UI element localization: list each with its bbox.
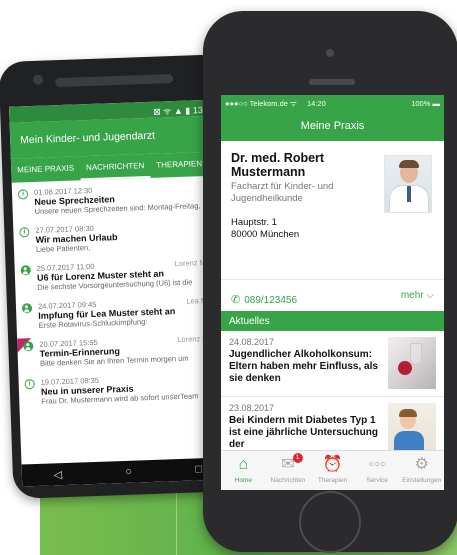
doctor-city: 80000 München <box>231 229 300 240</box>
tab-nachrichten[interactable]: NACHRICHTEN <box>79 153 151 181</box>
doctor-card: Dr. med. Robert Mustermann Facharzt für … <box>221 141 444 279</box>
news-title: Bei Kindern mit Diabetes Typ 1 ist eine … <box>229 415 378 450</box>
android-screen: ⊠ ᯤ ▲ ▮ 13:26 Mein Kinder- und Jugendarz… <box>9 99 235 487</box>
unread-badge: 1 <box>292 453 303 463</box>
phone-row[interactable]: ✆ 089/123456 mehr ⌵ <box>221 279 444 311</box>
red-wine-shape <box>398 361 412 375</box>
tab-service[interactable]: ◦◦◦ Service <box>355 451 400 490</box>
status-time: 14:20 <box>307 99 326 108</box>
tab-home[interactable]: ⌂ Home <box>221 451 266 490</box>
chevron-down-icon: ⌵ <box>426 290 434 301</box>
more-button[interactable]: mehr ⌵ <box>401 290 434 301</box>
doctor-address: Hauptstr. 1 80000 München <box>231 217 434 241</box>
doctor-name: Dr. med. Robert Mustermann <box>231 151 325 179</box>
tab-label: Einstellungen <box>402 477 442 484</box>
info-icon: i <box>19 227 30 238</box>
earpiece-speaker <box>55 74 174 88</box>
list-item[interactable]: i 19.07.2017 08:35 Neu in unserer Praxis… <box>18 369 231 414</box>
person-icon <box>23 341 34 352</box>
news-image-glass <box>388 337 436 389</box>
alarm-clock-icon: ⏰ <box>322 456 343 473</box>
tab-meine-praxis[interactable]: MEINE PRAXIS <box>11 156 81 182</box>
recent-apps-icon[interactable]: □ <box>195 463 202 475</box>
section-title: Aktuelles <box>229 316 270 327</box>
tab-label: Service <box>366 477 388 484</box>
back-icon[interactable]: ◁ <box>53 468 62 481</box>
phone-link[interactable]: ✆ 089/123456 <box>231 294 298 306</box>
photo-tie <box>407 186 411 202</box>
app-title: Mein Kinder- und Jugendarzt <box>19 129 156 147</box>
gear-icon: ⚙ <box>414 456 429 473</box>
tab-therapien[interactable]: THERAPIEN <box>150 152 209 178</box>
doctor-street: Hauptstr. 1 <box>231 217 277 228</box>
home-button[interactable] <box>299 491 361 553</box>
tab-label: Nachrichten <box>270 477 306 484</box>
doctor-role: Facharzt für Kinder- und Jugendheilkunde <box>231 181 334 204</box>
photo-hair <box>399 160 419 168</box>
tab-nachrichten[interactable]: ✉ 1 Nachrichten <box>266 451 311 490</box>
person-icon <box>20 265 31 276</box>
ios-status-bar: ●●●○○ Telekom.de ᯤ 14:20 100% ▬ <box>221 95 444 111</box>
page-title: Meine Praxis <box>300 120 365 132</box>
news-item[interactable]: 24.08.2017 Jugendlicher Alkoholkonsum: E… <box>221 331 444 397</box>
phone-icon: ✆ <box>231 294 241 306</box>
carrier-label: ●●●○○ Telekom.de ᯤ <box>225 99 297 108</box>
front-camera <box>32 74 44 85</box>
battery-label: 100% ▬ <box>411 99 440 108</box>
ios-tab-bar: ⌂ Home ✉ 1 Nachrichten ⏰ Therapien ◦◦◦ S… <box>221 450 444 490</box>
ios-screen: ●●●○○ Telekom.de ᯤ 14:20 100% ▬ Meine Pr… <box>221 95 444 490</box>
home-circle-icon[interactable]: ○ <box>125 466 132 478</box>
info-icon: i <box>17 189 29 200</box>
glass-shape <box>410 343 422 365</box>
message-list: i 01.08.2017 12:30 Neue Sprechzeiten Uns… <box>12 175 232 414</box>
earpiece-speaker <box>309 79 355 85</box>
child-hair <box>399 409 417 417</box>
tab-label: Therapien <box>317 477 348 484</box>
home-icon: ⌂ <box>238 456 249 473</box>
doctor-photo <box>384 155 432 213</box>
iphone: ●●●○○ Telekom.de ᯤ 14:20 100% ▬ Meine Pr… <box>203 11 457 553</box>
front-camera <box>326 49 334 57</box>
dots-icon: ◦◦◦ <box>368 456 386 473</box>
tab-label: Home <box>234 477 252 484</box>
news-title: Jugendlicher Alkoholkonsum: Eltern haben… <box>229 349 378 384</box>
signal-icons: ⊠ ᯤ ▲ ▮ <box>152 105 193 117</box>
section-header-aktuelles: Aktuelles <box>221 311 444 331</box>
more-label: mehr <box>400 290 424 301</box>
mail-icon: ✉ <box>281 456 295 473</box>
person-icon <box>21 303 33 314</box>
info-icon: i <box>24 379 35 390</box>
news-image-child <box>388 403 436 455</box>
tab-therapien[interactable]: ⏰ Therapien <box>310 451 355 490</box>
tab-einstellungen[interactable]: ⚙ Einstellungen <box>399 451 444 490</box>
ios-nav-bar: Meine Praxis <box>221 111 444 141</box>
phone-number: 089/123456 <box>244 295 298 306</box>
